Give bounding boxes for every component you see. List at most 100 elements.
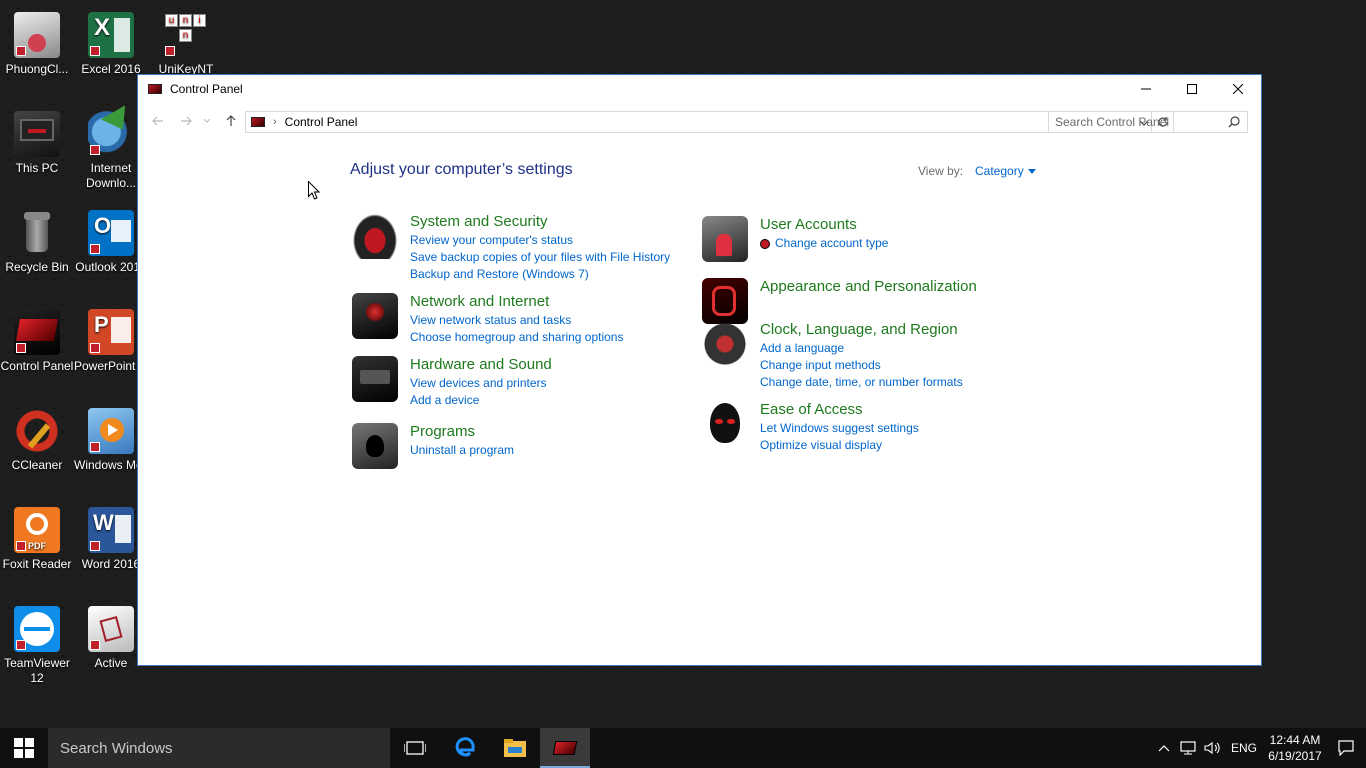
close-button[interactable] (1215, 75, 1261, 103)
view-by-label: View by: (918, 164, 964, 178)
search-box[interactable] (1048, 111, 1248, 133)
category-link[interactable]: Change account type (775, 235, 888, 252)
control-panel-icon (552, 741, 578, 755)
action-center-button[interactable] (1326, 728, 1366, 768)
folder-icon (504, 739, 526, 757)
clock-time: 12:44 AM (1269, 733, 1321, 747)
close-icon (1233, 84, 1243, 94)
maximize-button[interactable] (1169, 75, 1215, 103)
teamviewer-icon (14, 606, 60, 652)
recent-locations-button[interactable] (202, 113, 212, 129)
start-button[interactable] (0, 728, 48, 768)
forward-arrow-icon (181, 116, 192, 126)
minimize-button[interactable] (1123, 75, 1169, 103)
show-hidden-icons-button[interactable] (1152, 728, 1176, 768)
desktop-icon-this-pc[interactable]: This PC (0, 111, 74, 176)
category-link[interactable]: Uninstall a program (410, 442, 514, 459)
up-button[interactable] (223, 113, 239, 129)
volume-button[interactable] (1200, 728, 1224, 768)
category-title[interactable]: Programs (410, 423, 475, 440)
window-title: Control Panel (170, 82, 243, 96)
category-link[interactable]: Let Windows suggest settings (760, 420, 919, 437)
word-icon: W (88, 507, 134, 553)
up-arrow-icon (226, 115, 236, 126)
category-link[interactable]: Save backup copies of your files with Fi… (410, 249, 670, 266)
network-icon[interactable] (352, 293, 398, 339)
system-tray: ENG 12:44 AM 6/19/2017 (1152, 728, 1366, 768)
desktop-icon-foxit[interactable]: PDF Foxit Reader (0, 507, 74, 572)
control-panel-icon (251, 117, 265, 127)
category-title[interactable]: Ease of Access (760, 401, 863, 418)
taskbar: Search Windows ENG 12:44 AM 6/19/2017 (0, 728, 1366, 768)
user-icon[interactable] (702, 216, 748, 262)
caret-down-icon[interactable] (1028, 169, 1036, 174)
address-bar[interactable]: › Control Panel (245, 111, 1174, 133)
shield-small-icon (760, 238, 770, 249)
media-player-icon (88, 408, 134, 454)
network-tray-button[interactable] (1176, 728, 1200, 768)
desktop-icon-recycle-bin[interactable]: Recycle Bin (0, 210, 74, 275)
category-title[interactable]: Network and Internet (410, 293, 549, 310)
category-link[interactable]: Add a language (760, 340, 963, 357)
desktop-icon-phuongcl[interactable]: PhuongCl... (0, 12, 74, 77)
breadcrumb-separator-icon: › (273, 116, 277, 128)
computer-icon (14, 111, 60, 157)
document-icon (88, 606, 134, 652)
category-link[interactable]: Change date, time, or number formats (760, 374, 963, 391)
search-icon[interactable] (1225, 116, 1243, 128)
title-bar[interactable]: Control Panel (138, 75, 1261, 103)
view-by-dropdown[interactable]: Category (975, 164, 1024, 178)
desktop-icon-ccleaner[interactable]: CCleaner (0, 408, 74, 473)
control-panel-icon (14, 309, 60, 355)
category-link[interactable]: Add a device (410, 392, 547, 409)
language-indicator[interactable]: ENG (1224, 741, 1264, 755)
outlook-icon: O (88, 210, 134, 256)
desktop-icon-unikey[interactable]: u n i n UniKeyNT (149, 12, 223, 77)
category-title[interactable]: User Accounts (760, 216, 857, 233)
breadcrumb[interactable]: Control Panel (285, 115, 358, 129)
category-title[interactable]: Hardware and Sound (410, 356, 552, 373)
ccleaner-icon (14, 408, 60, 454)
pdf-icon: PDF (14, 507, 60, 553)
category-link[interactable]: View network status and tasks (410, 312, 623, 329)
ease-of-access-icon[interactable] (702, 401, 748, 447)
category-title[interactable]: Appearance and Personalization (760, 278, 977, 295)
search-input[interactable] (1055, 113, 1225, 131)
programs-icon[interactable] (352, 423, 398, 469)
taskbar-search[interactable]: Search Windows (48, 728, 390, 768)
desktop-icon-control-panel[interactable]: Control Panel (0, 309, 74, 374)
category-title[interactable]: Clock, Language, and Region (760, 321, 958, 338)
desktop-icon-excel[interactable]: X Excel 2016 (74, 12, 148, 77)
printer-icon[interactable] (352, 356, 398, 402)
appearance-icon[interactable] (702, 278, 748, 324)
desktop-icon-teamviewer[interactable]: TeamViewer 12 (0, 606, 74, 686)
control-panel-taskbar-button[interactable] (540, 728, 590, 768)
windows-logo-icon (14, 738, 34, 758)
task-view-icon (404, 741, 426, 755)
clock-globe-icon[interactable] (702, 321, 748, 367)
shield-icon[interactable] (352, 213, 398, 259)
file-explorer-button[interactable] (490, 728, 540, 768)
edge-icon (455, 737, 475, 757)
back-arrow-icon (152, 116, 163, 126)
maximize-icon (1187, 84, 1197, 94)
taskbar-search-text: Search Windows (60, 739, 173, 757)
page-title: Adjust your computer’s settings (350, 161, 573, 178)
category-link[interactable]: Optimize visual display (760, 437, 919, 454)
back-button[interactable] (150, 113, 166, 129)
category-link[interactable]: Change input methods (760, 357, 963, 374)
clock[interactable]: 12:44 AM 6/19/2017 (1264, 732, 1326, 764)
forward-button[interactable] (178, 113, 194, 129)
task-view-button[interactable] (390, 728, 440, 768)
recycle-bin-icon (14, 210, 60, 256)
minimize-icon (1141, 88, 1151, 90)
clock-date: 6/19/2017 (1268, 749, 1322, 763)
notification-icon (1338, 740, 1354, 756)
category-link[interactable]: View devices and printers (410, 375, 547, 392)
category-link[interactable]: Backup and Restore (Windows 7) (410, 266, 670, 283)
edge-button[interactable] (440, 728, 490, 768)
category-link[interactable]: Review your computer's status (410, 232, 670, 249)
chevron-up-icon (1158, 745, 1170, 752)
category-link[interactable]: Choose homegroup and sharing options (410, 329, 623, 346)
category-title[interactable]: System and Security (410, 213, 548, 230)
